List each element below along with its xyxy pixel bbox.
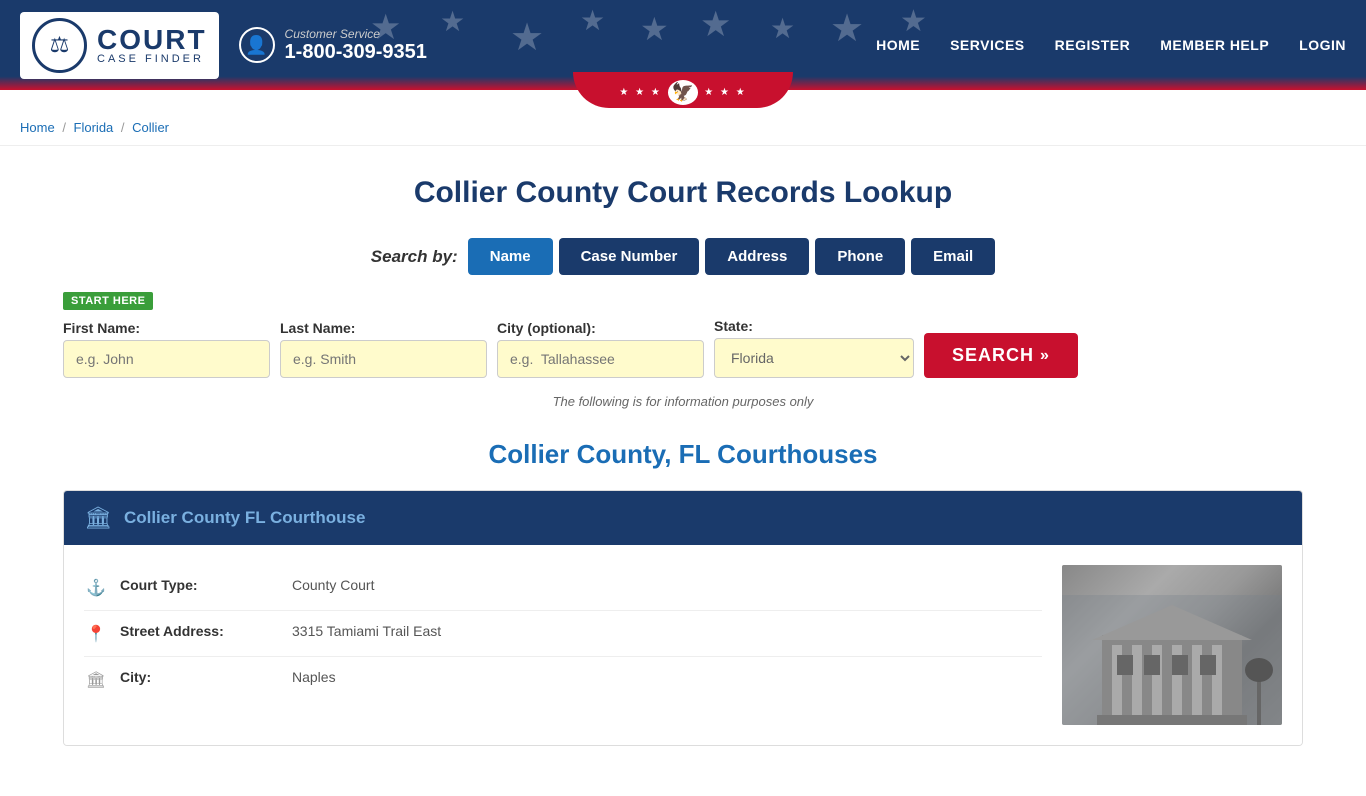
first-name-label: First Name: xyxy=(63,320,270,336)
breadcrumb-collier[interactable]: Collier xyxy=(132,120,169,135)
state-select[interactable]: Florida Alabama Alaska Arizona Arkansas … xyxy=(714,338,914,378)
court-type-value: County Court xyxy=(292,577,374,593)
customer-service-phone: 1-800-309-9351 xyxy=(285,41,427,64)
last-name-label: Last Name: xyxy=(280,320,487,336)
customer-service-text: Customer Service 1-800-309-9351 xyxy=(285,27,427,64)
customer-service-icon: 👤 xyxy=(239,27,275,63)
courthouse-building-svg xyxy=(1062,595,1282,725)
nav-member-help[interactable]: MEMBER HELP xyxy=(1160,37,1269,53)
info-text: The following is for information purpose… xyxy=(63,394,1303,409)
city-value: Naples xyxy=(292,669,336,685)
logo[interactable]: ⚖ COURT CASE FINDER xyxy=(20,12,219,79)
courthouses-section-title: Collier County, FL Courthouses xyxy=(63,439,1303,470)
city-icon: 🏛 xyxy=(84,670,108,690)
last-name-group: Last Name: xyxy=(280,320,487,378)
detail-row-address: 📍 Street Address: 3315 Tamiami Trail Eas… xyxy=(84,611,1042,657)
tab-email[interactable]: Email xyxy=(911,238,995,275)
search-by-row: Search by: Name Case Number Address Phon… xyxy=(63,238,1303,275)
breadcrumb-sep-2: / xyxy=(121,120,128,135)
address-icon: 📍 xyxy=(84,624,108,644)
nav-login[interactable]: LOGIN xyxy=(1299,37,1346,53)
courthouse-image xyxy=(1062,565,1282,725)
tab-name[interactable]: Name xyxy=(468,238,553,275)
customer-service-label: Customer Service xyxy=(285,27,427,41)
search-button[interactable]: SEARCH » xyxy=(924,333,1078,378)
main-content: Collier County Court Records Lookup Sear… xyxy=(43,146,1323,796)
page-title: Collier County Court Records Lookup xyxy=(63,176,1303,210)
tab-phone[interactable]: Phone xyxy=(815,238,905,275)
tab-address[interactable]: Address xyxy=(705,238,809,275)
address-label: Street Address: xyxy=(120,623,280,639)
courthouse-details: ⚓ Court Type: County Court 📍 Street Addr… xyxy=(84,565,1042,725)
logo-court-text: COURT xyxy=(97,26,207,54)
search-button-arrows: » xyxy=(1040,347,1050,365)
city-group: City (optional): xyxy=(497,320,704,378)
arc-stars-right: ★ ★ ★ xyxy=(704,87,746,98)
courthouse-body: ⚓ Court Type: County Court 📍 Street Addr… xyxy=(64,545,1302,745)
breadcrumb-home[interactable]: Home xyxy=(20,120,55,135)
search-form: First Name: Last Name: City (optional): … xyxy=(63,318,1303,378)
detail-row-city: 🏛 City: Naples xyxy=(84,657,1042,702)
logo-emblem: ⚖ xyxy=(32,18,87,73)
breadcrumb-sep-1: / xyxy=(62,120,69,135)
arc-stars-left: ★ ★ ★ xyxy=(619,87,661,98)
courthouse-name-link[interactable]: Collier County FL Courthouse xyxy=(124,508,365,528)
courthouse-header-icon: 🏛 xyxy=(84,505,112,531)
search-by-label: Search by: xyxy=(371,247,458,267)
main-nav: HOME SERVICES REGISTER MEMBER HELP LOGIN xyxy=(876,37,1346,53)
first-name-input[interactable] xyxy=(63,340,270,378)
court-type-label: Court Type: xyxy=(120,577,280,593)
nav-home[interactable]: HOME xyxy=(876,37,920,53)
courthouse-image-placeholder xyxy=(1062,565,1282,725)
start-here-badge: START HERE xyxy=(63,292,153,310)
state-group: State: Florida Alabama Alaska Arizona Ar… xyxy=(714,318,914,378)
logo-text: COURT CASE FINDER xyxy=(97,26,207,65)
detail-row-court-type: ⚓ Court Type: County Court xyxy=(84,565,1042,611)
state-label: State: xyxy=(714,318,914,334)
courthouse-header: 🏛 Collier County FL Courthouse xyxy=(64,491,1302,545)
address-value: 3315 Tamiami Trail East xyxy=(292,623,441,639)
tab-case-number[interactable]: Case Number xyxy=(559,238,700,275)
breadcrumb-florida[interactable]: Florida xyxy=(74,120,114,135)
arc-eagle-icon: 🦅 xyxy=(668,80,698,105)
city-input[interactable] xyxy=(497,340,704,378)
breadcrumb: Home / Florida / Collier xyxy=(0,110,1366,146)
customer-service: 👤 Customer Service 1-800-309-9351 xyxy=(239,27,427,64)
search-button-label: SEARCH xyxy=(952,345,1034,366)
nav-services[interactable]: SERVICES xyxy=(950,37,1025,53)
header-left: ⚖ COURT CASE FINDER 👤 Customer Service 1… xyxy=(20,12,427,79)
courthouse-card: 🏛 Collier County FL Courthouse ⚓ Court T… xyxy=(63,490,1303,746)
last-name-input[interactable] xyxy=(280,340,487,378)
nav-register[interactable]: REGISTER xyxy=(1055,37,1131,53)
city-label: City (optional): xyxy=(497,320,704,336)
header-arc-decoration: ★ ★ ★ 🦅 ★ ★ ★ xyxy=(573,72,793,108)
site-header: ★ ★ ★ ★ ★ ★ ★ ★ ★ ⚖ COURT CASE FINDER 👤 … xyxy=(0,0,1366,90)
search-section: Search by: Name Case Number Address Phon… xyxy=(63,238,1303,409)
logo-case-finder-text: CASE FINDER xyxy=(97,54,207,65)
first-name-group: First Name: xyxy=(63,320,270,378)
city-label-detail: City: xyxy=(120,669,280,685)
court-type-icon: ⚓ xyxy=(84,578,108,598)
